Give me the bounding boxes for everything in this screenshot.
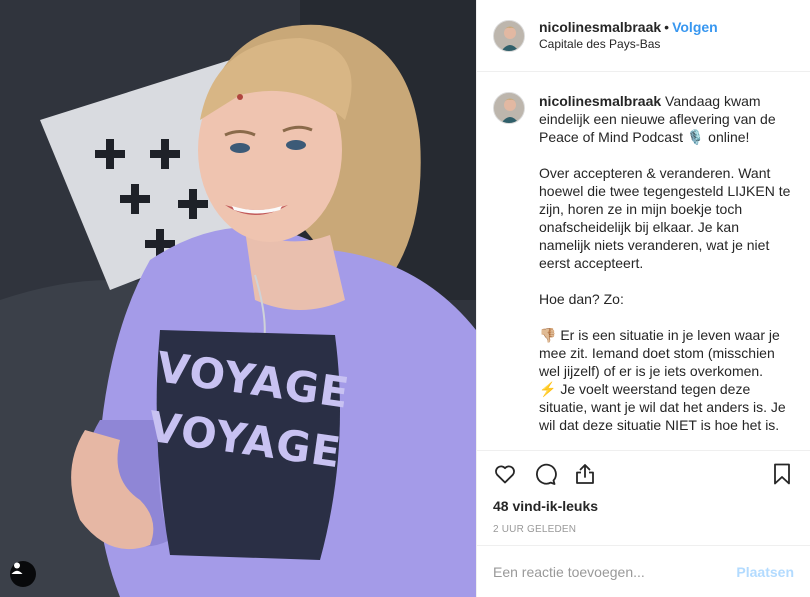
post-timestamp[interactable]: 2 UUR GELEDEN [493,524,794,535]
likes-count[interactable]: 48 vind-ik-leuks [493,498,794,514]
comment-input[interactable] [493,563,737,580]
header-text: nicolinesmalbraak • Volgen Capitale des Pa… [539,19,718,53]
share-icon[interactable] [573,462,597,486]
caption: nicolinesmalbraak Vandaag kwam eindelijk… [493,92,794,434]
avatar[interactable] [493,19,525,52]
post-comment-button[interactable]: Plaatsen [736,564,794,580]
caption-text: Vandaag kwam eindelijk een nieuwe afleve… [539,93,791,433]
heart-icon[interactable] [493,462,517,486]
actions-area: 48 vind-ik-leuks 2 UUR GELEDEN [477,450,810,545]
comment-form: Plaatsen [477,545,810,597]
location-link[interactable]: Capitale des Pays-Bas [539,36,718,53]
follow-button[interactable]: Volgen [672,19,718,35]
comment-icon[interactable] [533,462,557,486]
photo-illustration [0,0,476,597]
post-photo[interactable]: VOYAGE VOYAGE [0,0,476,597]
comments-section[interactable]: nicolinesmalbraak Vandaag kwam eindelijk… [477,72,810,450]
bookmark-icon[interactable] [770,462,794,486]
action-bar [493,451,794,497]
post-side-panel: nicolinesmalbraak • Volgen Capitale des Pa… [476,0,810,597]
user-tag-icon[interactable] [10,561,36,587]
caption-avatar[interactable] [493,92,525,124]
username-link[interactable]: nicolinesmalbraak [539,19,661,35]
caption-username-link[interactable]: nicolinesmalbraak [539,93,661,109]
caption-body: nicolinesmalbraak Vandaag kwam eindelijk… [539,92,794,434]
post-header: nicolinesmalbraak • Volgen Capitale des Pa… [477,0,810,72]
separator-dot: • [664,18,670,35]
